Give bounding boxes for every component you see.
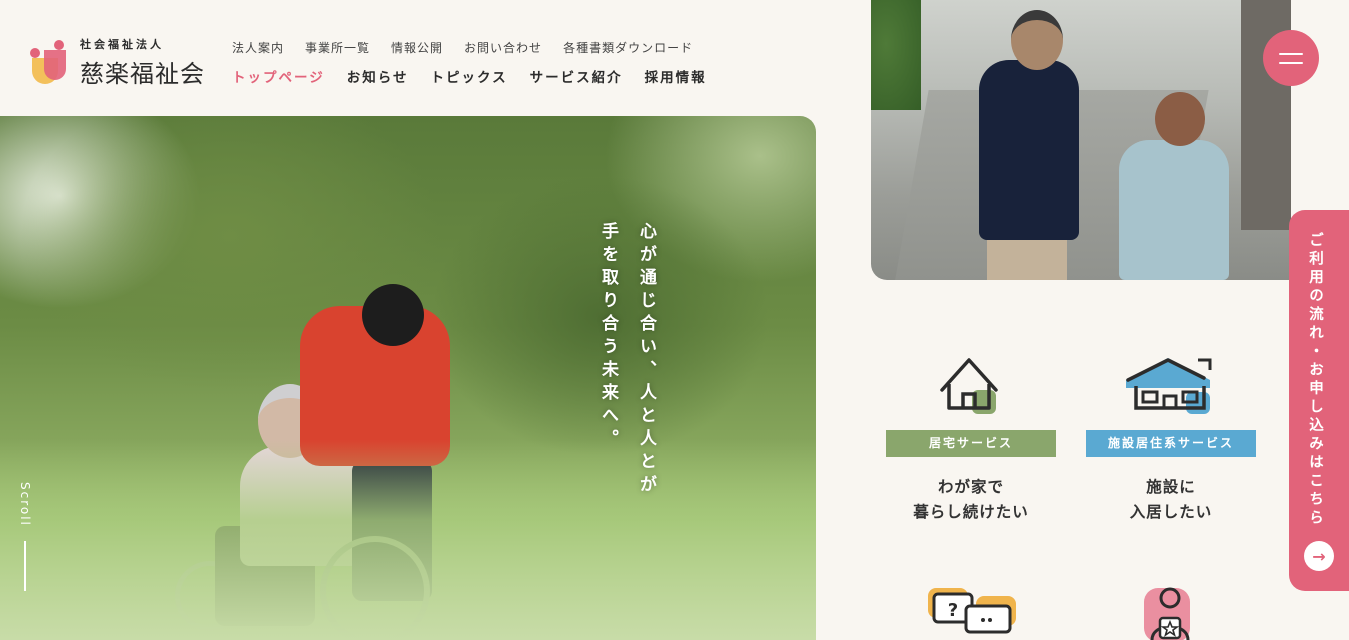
- svg-text:?: ?: [948, 600, 958, 621]
- nav-sub-office-list[interactable]: 事業所一覧: [305, 39, 370, 56]
- brand-logo[interactable]: 社会福祉法人 慈楽福祉会: [30, 36, 205, 89]
- side-photo-woman: [1119, 140, 1229, 280]
- nav-main-news[interactable]: お知らせ: [347, 66, 409, 86]
- apply-flow-tab[interactable]: ご利用の流れ・お申し込みはこちら →: [1289, 210, 1349, 591]
- side-photo: [871, 0, 1291, 280]
- service-card-facility[interactable]: 施設居住系サービス 施設に 入居したい: [1086, 350, 1256, 525]
- nav-main-recruit[interactable]: 採用情報: [645, 66, 707, 86]
- chat-question-icon: ?: [886, 582, 1056, 640]
- service-tag-home: 居宅サービス: [886, 430, 1056, 457]
- side-photo-man-head: [1011, 10, 1063, 70]
- hero-person-caregiver-head: [362, 284, 424, 346]
- nav-main-topics[interactable]: トピックス: [430, 66, 507, 86]
- service-tag-facility: 施設居住系サービス: [1086, 430, 1256, 457]
- nav-sub-contact[interactable]: お問い合わせ: [464, 39, 542, 56]
- side-photo-woman-head: [1155, 92, 1205, 146]
- home-icon: [886, 350, 1056, 430]
- menu-icon-bar: [1279, 52, 1303, 55]
- nav-sub-disclosure[interactable]: 情報公開: [391, 39, 443, 56]
- arrow-right-icon: →: [1304, 541, 1334, 571]
- nav-sub-corporate-info[interactable]: 法人案内: [232, 39, 284, 56]
- facility-icon: [1086, 350, 1256, 430]
- main-navigation: トップページ お知らせ トピックス サービス紹介 採用情報: [232, 66, 707, 86]
- hero-catch-line-1: 心が通じ合い、人と人とが: [636, 222, 656, 498]
- person-star-icon: [1086, 582, 1256, 640]
- scroll-indicator-line: [24, 541, 26, 591]
- service-card-home[interactable]: 居宅サービス わが家で 暮らし続けたい: [886, 350, 1056, 525]
- side-photo-tree: [871, 0, 921, 110]
- nav-sub-downloads[interactable]: 各種書類ダウンロード: [563, 39, 693, 56]
- hero-photo: [0, 116, 816, 640]
- brand-subtitle: 社会福祉法人: [80, 38, 164, 51]
- service-desc-home: わが家で 暮らし続けたい: [913, 478, 1029, 521]
- sub-navigation: 法人案内 事業所一覧 情報公開 お問い合わせ 各種書類ダウンロード: [232, 39, 693, 56]
- hero-catch-line-2: 手を取り合う未来へ。: [598, 222, 618, 452]
- hamburger-menu-button[interactable]: [1263, 30, 1319, 86]
- menu-icon-bar: [1279, 61, 1303, 64]
- logo-mark-icon: [30, 39, 70, 86]
- service-desc-facility: 施設に 入居したい: [1129, 478, 1213, 521]
- apply-flow-label: ご利用の流れ・お申し込みはこちら: [1307, 232, 1323, 528]
- brand-name: 慈楽福祉会: [80, 60, 205, 88]
- hero-grass: [0, 440, 816, 640]
- nav-main-services[interactable]: サービス紹介: [530, 66, 623, 86]
- nav-main-top[interactable]: トップページ: [232, 66, 325, 86]
- service-card-consultation[interactable]: ?: [886, 582, 1056, 640]
- scroll-indicator-label[interactable]: Scroll: [18, 482, 32, 527]
- service-card-staff[interactable]: [1086, 582, 1256, 640]
- side-photo-man: [979, 60, 1079, 240]
